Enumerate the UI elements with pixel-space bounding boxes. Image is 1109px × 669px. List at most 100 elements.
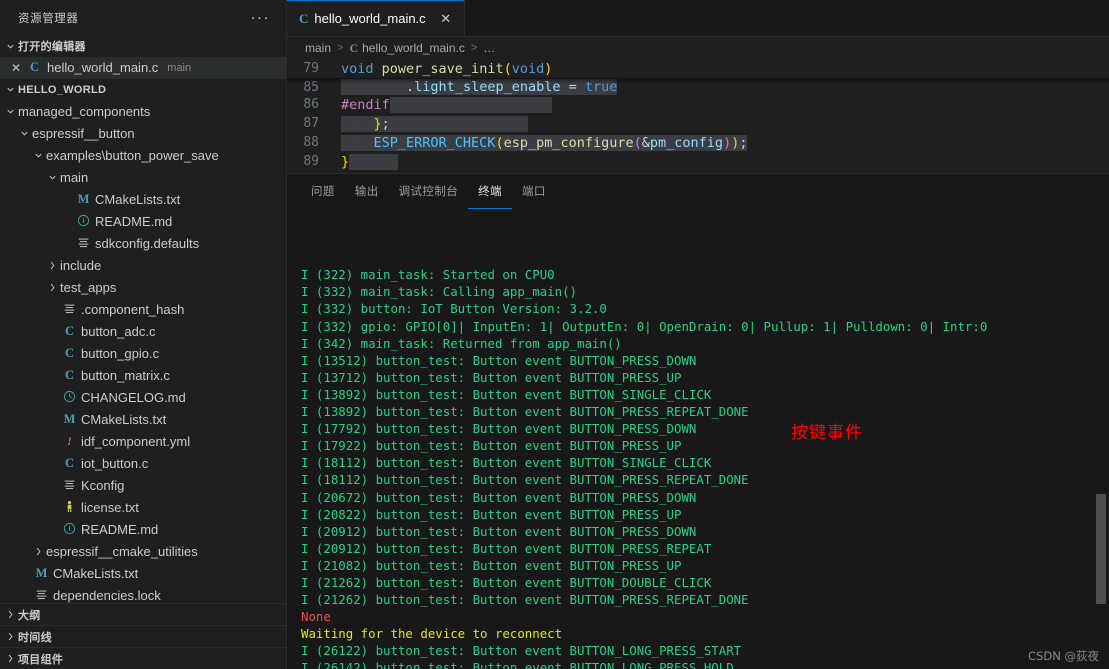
c-file-icon: C <box>64 346 75 361</box>
chevron-right-icon <box>44 282 60 293</box>
terminal-line: I (13512) button_test: Button event BUTT… <box>301 352 697 368</box>
terminal-line: I (17792) button_test: Button event BUTT… <box>301 421 697 437</box>
code-line-89: 89 } <box>287 152 1109 171</box>
chevron-down-icon <box>30 150 46 161</box>
code-line-88-text: ····ESP_ERROR_CHECK(esp_pm_configure(&pm… <box>341 134 748 151</box>
open-editor-item-hello-world-main[interactable]: ✕ C hello_world_main.c main <box>0 57 286 79</box>
tree-item-label: README.md <box>81 522 159 538</box>
sidebar-section-1[interactable]: 大纲 <box>0 603 286 625</box>
tree-file-row[interactable]: README.md <box>0 211 286 233</box>
terminal-line: I (13892) button_test: Button event BUTT… <box>301 404 749 420</box>
panel-tab-2[interactable]: 输出 <box>345 174 389 209</box>
tree-folder-row[interactable]: managed_components <box>0 101 286 123</box>
panel-tab-5[interactable]: 端口 <box>512 174 556 209</box>
open-editor-folder: main <box>167 61 192 74</box>
settings-file-icon <box>35 588 48 603</box>
explorer-header: 资源管理器 ··· <box>0 0 286 35</box>
tree-file-row[interactable]: sdkconfig.defaults <box>0 233 286 255</box>
code-line-87: 87 ····}; <box>287 114 1109 133</box>
tree-file-row[interactable]: Cbutton_gpio.c <box>0 343 286 365</box>
terminal-line: I (13892) button_test: Button event BUTT… <box>301 386 712 402</box>
tree-item-label: test_apps <box>60 280 117 296</box>
chevron-right-icon: > <box>470 42 478 54</box>
file-tree: managed_components espressif__buttonexamp… <box>0 101 286 603</box>
sidebar-section-label: 项目组件 <box>18 653 64 666</box>
tree-item-label: button_matrix.c <box>81 368 170 384</box>
close-icon[interactable]: ✕ <box>8 60 24 76</box>
tree-file-row[interactable]: ! idf_component.yml <box>0 431 286 453</box>
tree-file-row[interactable]: M CMakeLists.txt <box>0 409 286 431</box>
explorer-more-actions-button[interactable]: ··· <box>249 10 273 25</box>
explorer-sidebar: 资源管理器 ··· 打开的编辑器 ✕ C hello_world_main.c … <box>0 0 287 669</box>
chevron-down-icon <box>44 172 60 183</box>
open-editors-label: 打开的编辑器 <box>18 41 86 53</box>
panel-tab-label: 端口 <box>521 186 546 198</box>
tab-label: hello_world_main.c <box>314 11 426 26</box>
panel-tab-label: 终端 <box>478 186 502 198</box>
breadcrumb-item-main[interactable]: main <box>305 41 331 55</box>
c-file-icon: C <box>349 40 359 55</box>
terminal-line: I (21082) button_test: Button event BUTT… <box>301 557 682 573</box>
yaml-file-icon: ! <box>67 434 72 449</box>
tree-folder-row[interactable]: examples\button_power_save <box>0 145 286 167</box>
tree-file-row[interactable]: M CMakeLists.txt <box>0 189 286 211</box>
tree-item-label: Kconfig <box>81 478 125 494</box>
chevron-right-icon <box>30 546 46 557</box>
clock-icon <box>63 390 76 406</box>
code-editor[interactable]: 79 void power_save_init(void) 85 ·······… <box>287 59 1109 173</box>
tree-folder-row[interactable]: test_apps <box>0 277 286 299</box>
tree-file-row[interactable]: Ciot_button.c <box>0 453 286 475</box>
editor-area: C hello_world_main.c ✕ main > C hello_wo… <box>287 0 1109 669</box>
open-editors-section-header[interactable]: 打开的编辑器 <box>0 35 286 57</box>
line-number-85: 85 <box>303 80 319 95</box>
tree-item-label: button_gpio.c <box>81 346 160 362</box>
tree-item-label: main <box>60 170 89 186</box>
explorer-title: 资源管理器 <box>18 12 79 25</box>
terminal-scrollbar-thumb[interactable] <box>1096 494 1106 604</box>
tree-item-label: iot_button.c <box>81 456 149 472</box>
close-icon[interactable]: ✕ <box>438 12 454 25</box>
tree-file-row[interactable]: README.md <box>0 519 286 541</box>
terminal-line: I (20822) button_test: Button event BUTT… <box>301 506 682 522</box>
terminal-line: I (322) main_task: Started on CPU0 <box>301 267 555 283</box>
chevron-down-icon <box>2 82 18 98</box>
code-line-88: 88 ····ESP_ERROR_CHECK(esp_pm_configure(… <box>287 133 1109 152</box>
panel-tab-1[interactable]: 问题 <box>301 174 345 209</box>
tree-folder-row[interactable]: espressif__button <box>0 123 286 145</box>
code-line-87-text: ····}; <box>341 115 528 132</box>
c-file-icon: C <box>64 368 75 383</box>
tree-file-row[interactable]: CHANGELOG.md <box>0 387 286 409</box>
tree-file-row[interactable]: M CMakeLists.txt <box>0 563 286 585</box>
tree-item-label: espressif__cmake_utilities <box>46 544 198 560</box>
tree-file-row[interactable]: dependencies.lock <box>0 585 286 603</box>
tree-item-label: espressif__button <box>32 126 135 142</box>
panel-tab-4[interactable]: 终端 <box>468 174 512 209</box>
panel-tab-3[interactable]: 调试控制台 <box>389 174 469 209</box>
tree-file-row[interactable]: Kconfig <box>0 475 286 497</box>
tree-folder-row[interactable]: espressif__cmake_utilities <box>0 541 286 563</box>
breadcrumb-item-file[interactable]: hello_world_main.c <box>362 41 465 55</box>
breadcrumb-item-symbol[interactable]: … <box>483 41 495 55</box>
sidebar-bottom-sections: 大纲时间线项目组件 <box>0 603 286 669</box>
tree-folder-row[interactable]: main <box>0 167 286 189</box>
sidebar-section-3[interactable]: 项目组件 <box>0 647 286 669</box>
tree-file-row[interactable]: license.txt <box>0 497 286 519</box>
terminal-line: I (18112) button_test: Button event BUTT… <box>301 455 712 471</box>
tree-file-row[interactable]: Cbutton_adc.c <box>0 321 286 343</box>
terminal-line: None <box>301 609 331 625</box>
workspace-section-header[interactable]: HELLO_WORLD <box>0 79 286 101</box>
terminal-output[interactable]: I (322) main_task: Started on CPU0 I (332… <box>287 209 1109 669</box>
tab-hello-world-main-c[interactable]: C hello_world_main.c ✕ <box>287 0 465 36</box>
tree-item-label: include <box>60 258 102 274</box>
tree-item-label: idf_component.yml <box>81 434 191 450</box>
license-icon <box>63 500 76 516</box>
sidebar-section-2[interactable]: 时间线 <box>0 625 286 647</box>
panel-tab-label: 输出 <box>354 186 379 198</box>
tree-file-row[interactable]: Cbutton_matrix.c <box>0 365 286 387</box>
chevron-right-icon: > <box>337 42 344 54</box>
tree-file-row[interactable]: .component_hash <box>0 299 286 321</box>
tree-folder-row[interactable]: include <box>0 255 286 277</box>
workspace-label: HELLO_WORLD <box>18 83 107 96</box>
sidebar-section-label: 时间线 <box>18 631 52 644</box>
editor-vertical-scrollbar[interactable] <box>1095 59 1109 173</box>
